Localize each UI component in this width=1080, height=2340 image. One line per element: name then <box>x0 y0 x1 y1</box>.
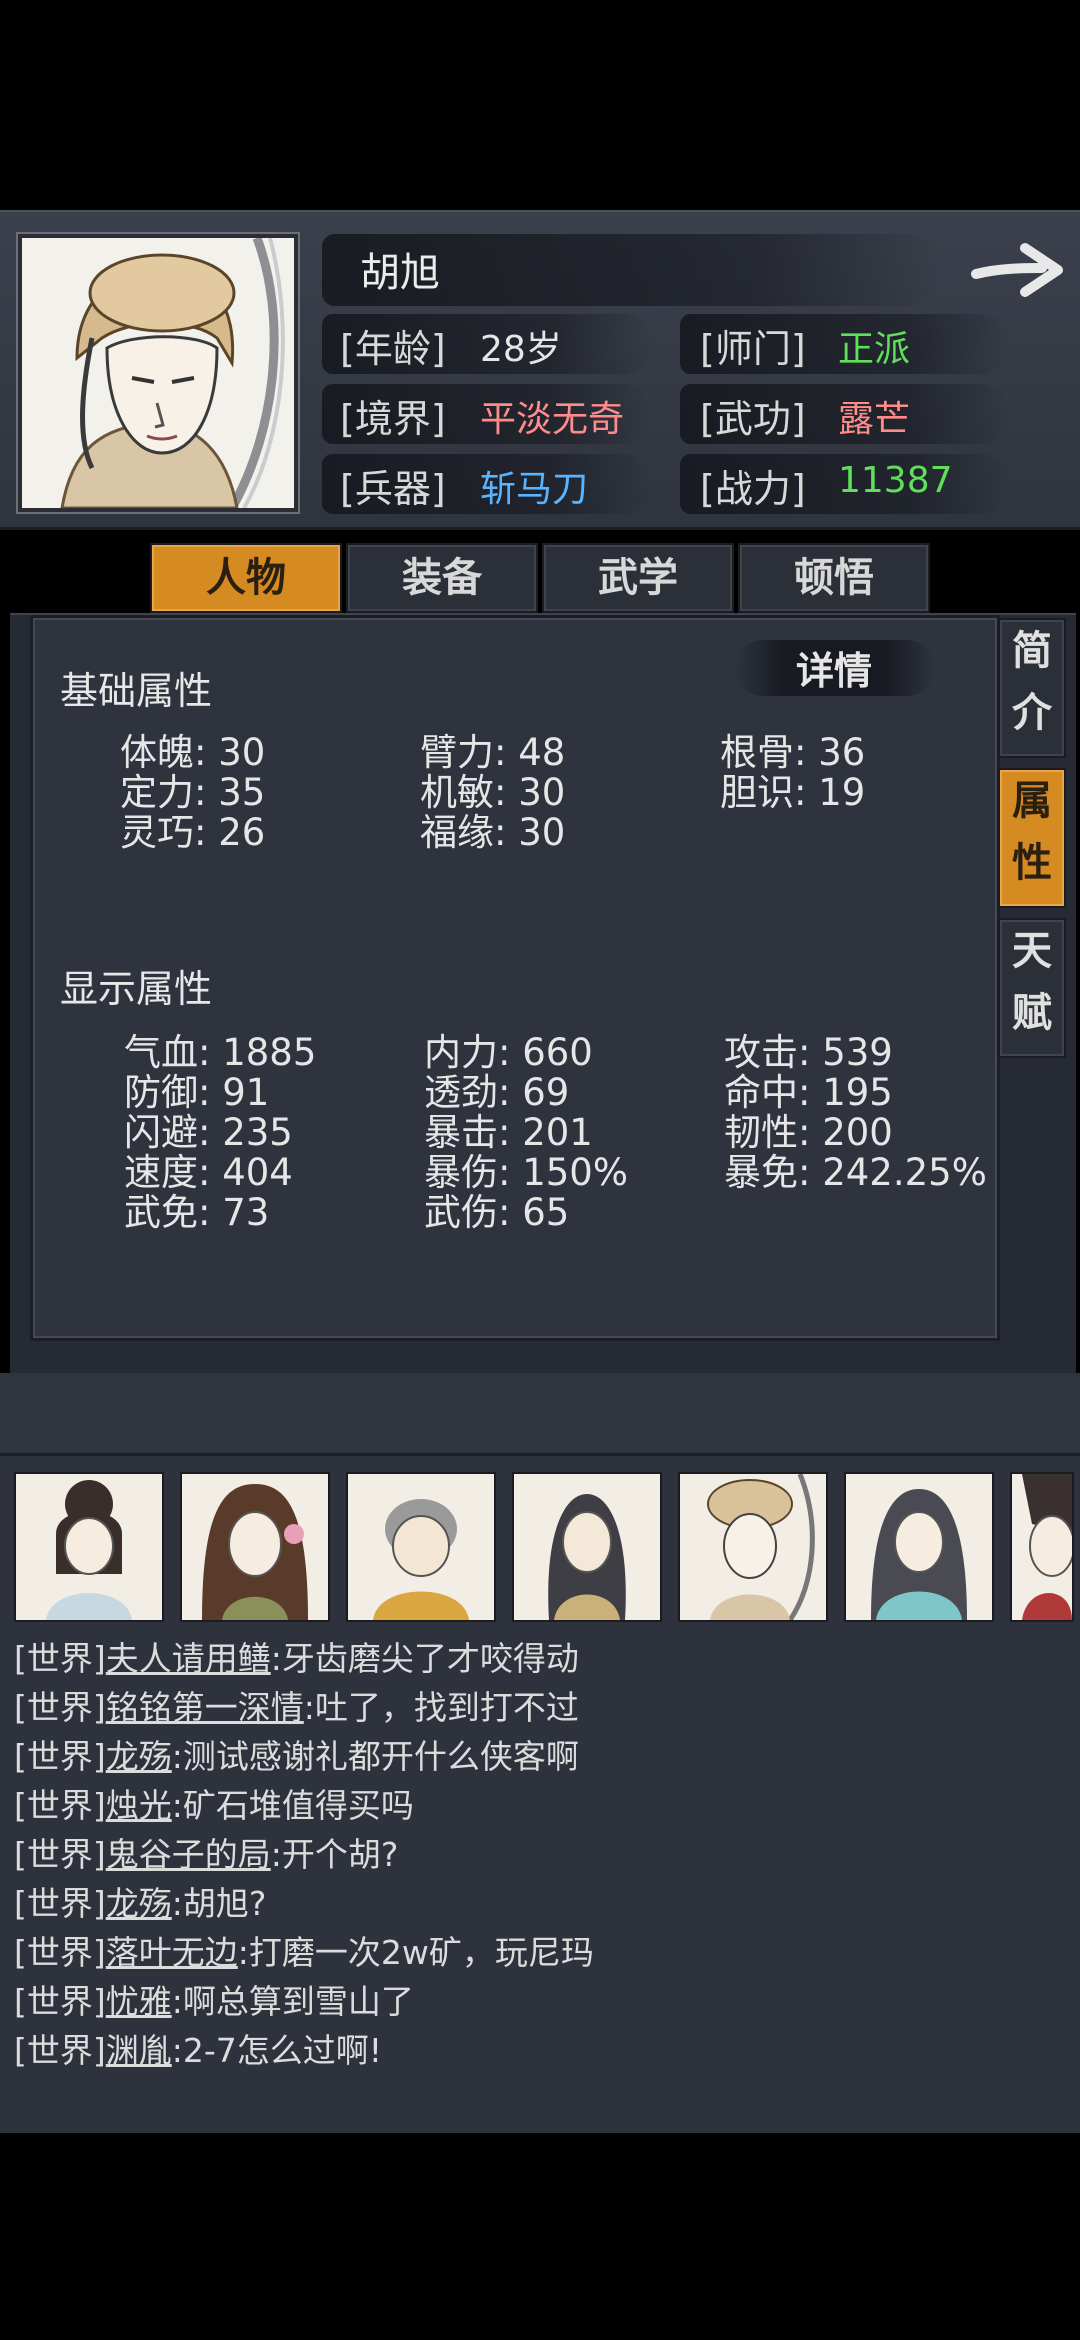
side-tab-char: 介 <box>1012 689 1052 736</box>
character-portrait[interactable] <box>18 234 298 512</box>
martial-value: 露芒 <box>838 399 911 440</box>
realm-label: [境界] <box>340 397 446 441</box>
character-name: 胡旭 <box>360 250 440 296</box>
chat-text: :牙齿磨尖了才咬得动 <box>270 1639 579 1678</box>
chat-sender-link[interactable]: 烛光 <box>106 1786 172 1825</box>
chat-sender-link[interactable]: 忧雅 <box>106 1982 172 2021</box>
chat-channel: [世界] <box>14 1786 106 1825</box>
display-attributes-title: 显示属性 <box>60 967 213 1011</box>
next-arrow-button[interactable] <box>970 238 1066 302</box>
chat-sender-link[interactable]: 落叶无边 <box>106 1933 238 1972</box>
chat-message: [世界]铭铭第一深情:吐了，找到打不过 <box>14 1681 579 1729</box>
chat-channel: [世界] <box>14 2031 106 2070</box>
chat-text: :吐了，找到打不过 <box>303 1688 579 1727</box>
party-avatar[interactable] <box>512 1472 662 1622</box>
age-value: 28岁 <box>480 329 562 370</box>
chat-channel: [世界] <box>14 1933 106 1972</box>
avatar-hero-icon <box>680 1474 826 1620</box>
chat-channel: [世界] <box>14 1835 106 1874</box>
base-attributes-title: 基础属性 <box>60 669 213 713</box>
chat-sender-link[interactable]: 龙殇 <box>106 1884 172 1923</box>
chat-text: :矿石堆值得买吗 <box>171 1786 414 1825</box>
chat-channel: [世界] <box>14 1688 106 1727</box>
chat-message: [世界]烛光:矿石堆值得买吗 <box>14 1779 414 1827</box>
tab-enlightenment[interactable]: 顿悟 <box>738 543 930 613</box>
chat-message: [世界]落叶无边:打磨一次2w矿，玩尼玛 <box>14 1926 594 1974</box>
age-label: [年龄] <box>340 327 446 371</box>
character-header: 胡旭 [年龄] 28岁 [师门] 正派 [境界] 平淡无奇 [武功] 露芒 [兵… <box>0 210 1080 530</box>
tab-character[interactable]: 人物 <box>150 543 342 613</box>
power-value: 11387 <box>838 460 953 501</box>
chat-message: [世界]渊胤:2-7怎么过啊! <box>14 2024 382 2072</box>
chat-sender-link[interactable]: 铭铭第一深情 <box>106 1688 304 1727</box>
avatar-lady-icon <box>846 1474 992 1620</box>
display-stat: 武伤: 65 <box>424 1191 570 1234</box>
arrow-right-icon <box>971 243 1063 297</box>
avatar-monk-icon <box>348 1474 494 1620</box>
detail-button-label: 详情 <box>796 648 873 693</box>
spacer <box>0 1373 1080 1453</box>
party-avatar[interactable] <box>180 1472 330 1622</box>
avatar-swordsman-icon <box>514 1474 660 1620</box>
chat-channel: [世界] <box>14 1884 106 1923</box>
tab-martial-arts[interactable]: 武学 <box>542 543 734 613</box>
chat-message: [世界]夫人请用鳝:牙齿磨尖了才咬得动 <box>14 1632 579 1680</box>
display-stat: 武免: 73 <box>124 1191 270 1234</box>
chat-channel: [世界] <box>14 1982 106 2021</box>
chat-sender-link[interactable]: 龙殇 <box>106 1737 172 1776</box>
base-stat: 福缘: 30 <box>420 811 566 854</box>
top-tabs: 人物 装备 武学 顿悟 <box>150 543 940 613</box>
avatar-girl-icon <box>16 1474 162 1620</box>
base-stat: 胆识: 19 <box>720 771 866 814</box>
side-tab-char: 性 <box>1012 839 1052 886</box>
side-tab-intro[interactable]: 简 介 <box>998 618 1066 758</box>
sect-value: 正派 <box>838 329 911 370</box>
party-avatar[interactable] <box>346 1472 496 1622</box>
chat-sender-link[interactable]: 夫人请用鳝 <box>106 1639 271 1678</box>
side-tab-attributes[interactable]: 属 性 <box>998 768 1066 908</box>
chat-sender-link[interactable]: 鬼谷子的局 <box>106 1835 271 1874</box>
chat-message: [世界]龙殇:胡旭? <box>14 1877 266 1925</box>
chat-text: :开个胡? <box>270 1835 399 1874</box>
party-avatar[interactable] <box>1010 1472 1074 1622</box>
chat-message: [世界]龙殇:测试感谢礼都开什么侠客啊 <box>14 1730 579 1778</box>
weapon-value: 斩马刀 <box>480 469 589 510</box>
party-avatar[interactable] <box>844 1472 994 1622</box>
display-stat: 暴免: 242.25% <box>724 1151 987 1194</box>
power-label: [战力] <box>700 467 806 511</box>
chat-text: :胡旭? <box>171 1884 267 1923</box>
party-avatar[interactable] <box>678 1472 828 1622</box>
bottom-bar <box>0 2133 1080 2340</box>
avatar-partial-icon <box>1012 1474 1072 1620</box>
side-tab-char: 简 <box>1012 627 1052 674</box>
chat-channel: [世界] <box>14 1639 106 1678</box>
side-tab-char: 天 <box>1012 927 1052 974</box>
chat-text: :2-7怎么过啊! <box>171 2031 382 2070</box>
party-avatar[interactable] <box>14 1472 164 1622</box>
side-tab-talent[interactable]: 天 赋 <box>998 918 1066 1058</box>
side-tab-char: 赋 <box>1012 989 1052 1036</box>
weapon-label: [兵器] <box>340 467 446 511</box>
base-stat: 灵巧: 26 <box>120 811 266 854</box>
martial-label: [武功] <box>700 397 806 441</box>
chat-sender-link[interactable]: 渊胤 <box>106 2031 172 2070</box>
avatar-woman-icon <box>182 1474 328 1620</box>
tab-equipment[interactable]: 装备 <box>346 543 538 613</box>
chat-text: :测试感谢礼都开什么侠客啊 <box>171 1737 579 1776</box>
side-tab-char: 属 <box>1012 777 1052 824</box>
sect-label: [师门] <box>700 327 806 371</box>
chat-message: [世界]忧雅:啊总算到雪山了 <box>14 1975 414 2023</box>
chat-channel: [世界] <box>14 1737 106 1776</box>
chat-text: :打磨一次2w矿，玩尼玛 <box>237 1933 594 1972</box>
chat-message: [世界]鬼谷子的局:开个胡? <box>14 1828 398 1876</box>
chat-text: :啊总算到雪山了 <box>171 1982 414 2021</box>
realm-value: 平淡无奇 <box>480 399 625 440</box>
